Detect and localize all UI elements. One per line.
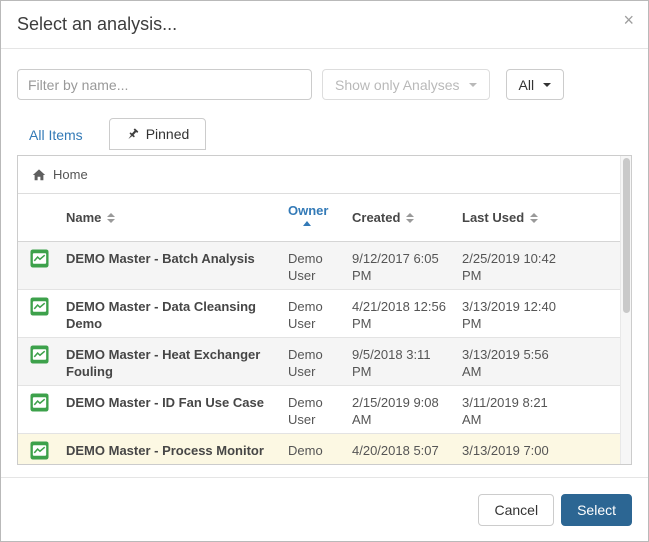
analysis-last-used: 3/13/2019 5:56 AM	[462, 338, 557, 385]
table-row[interactable]: DEMO Master - Process Monitor Demo 4/20/…	[18, 434, 620, 465]
analysis-last-used: 3/11/2019 8:21 AM	[462, 386, 557, 433]
analysis-icon	[30, 434, 66, 465]
analysis-icon	[30, 290, 66, 337]
filter-name-input[interactable]	[17, 69, 312, 100]
analysis-name: DEMO Master - ID Fan Use Case	[66, 386, 288, 433]
chevron-down-icon	[469, 83, 477, 87]
tab-pinned[interactable]: Pinned	[109, 118, 207, 150]
sort-icon	[530, 213, 538, 223]
modal-body: Show only Analyses All All Items	[1, 49, 648, 465]
column-header-last-used[interactable]: Last Used	[462, 210, 620, 225]
modal-title: Select an analysis...	[17, 14, 632, 35]
sort-ascending-icon	[303, 221, 311, 226]
analysis-name: DEMO Master - Batch Analysis	[66, 242, 288, 289]
close-icon[interactable]: ×	[623, 11, 634, 29]
tab-bar: All Items Pinned	[17, 118, 632, 150]
analysis-owner: Demo	[288, 434, 346, 465]
type-filter-label: Show only Analyses	[335, 77, 460, 93]
scope-filter-label: All	[519, 77, 535, 93]
analysis-last-used: 2/25/2019 10:42 PM	[462, 242, 557, 289]
tab-all-items-label: All Items	[29, 127, 83, 143]
table-body: DEMO Master - Batch Analysis Demo User 9…	[18, 242, 620, 465]
column-header-name[interactable]: Name	[66, 210, 288, 225]
panel-inner: Home Name Owner Created	[18, 156, 620, 465]
scope-filter-dropdown[interactable]: All	[506, 69, 565, 100]
breadcrumb[interactable]: Home	[18, 156, 620, 194]
analysis-owner: Demo User	[288, 338, 346, 385]
analysis-last-used: 3/13/2019 12:40 PM	[462, 290, 557, 337]
column-header-last-used-label: Last Used	[462, 210, 524, 225]
scrollbar[interactable]	[620, 156, 631, 464]
scrollbar-thumb[interactable]	[623, 158, 630, 313]
home-icon	[32, 168, 46, 182]
select-analysis-modal: Select an analysis... × Show only Analys…	[0, 0, 649, 542]
table-row[interactable]: DEMO Master - ID Fan Use Case Demo User …	[18, 386, 620, 434]
tab-all-items[interactable]: All Items	[17, 120, 95, 150]
analysis-owner: Demo User	[288, 242, 346, 289]
analysis-owner: Demo User	[288, 290, 346, 337]
analysis-icon	[30, 338, 66, 385]
analysis-icon	[30, 242, 66, 289]
analysis-created: 4/20/2018 5:07	[352, 434, 462, 465]
chevron-down-icon	[543, 83, 551, 87]
analysis-owner: Demo User	[288, 386, 346, 433]
table-row[interactable]: DEMO Master - Heat Exchanger Fouling Dem…	[18, 338, 620, 386]
pin-icon	[126, 128, 139, 141]
analysis-name: DEMO Master - Heat Exchanger Fouling	[66, 338, 288, 385]
cancel-button[interactable]: Cancel	[478, 494, 554, 526]
table-row[interactable]: DEMO Master - Batch Analysis Demo User 9…	[18, 242, 620, 290]
column-header-name-label: Name	[66, 210, 101, 225]
column-header-created[interactable]: Created	[352, 210, 462, 225]
table-row[interactable]: DEMO Master - Data Cleansing Demo Demo U…	[18, 290, 620, 338]
select-button[interactable]: Select	[561, 494, 632, 526]
type-filter-dropdown[interactable]: Show only Analyses	[322, 69, 490, 100]
analysis-icon	[30, 386, 66, 433]
modal-header: Select an analysis... ×	[1, 1, 648, 49]
analysis-created: 2/15/2019 9:08 AM	[352, 386, 462, 433]
table-header-row: Name Owner Created Last Used	[18, 194, 620, 242]
column-header-created-label: Created	[352, 210, 400, 225]
tab-pinned-label: Pinned	[146, 126, 190, 142]
analysis-name: DEMO Master - Data Cleansing Demo	[66, 290, 288, 337]
analysis-created: 4/21/2018 12:56 PM	[352, 290, 462, 337]
sort-icon	[107, 213, 115, 223]
filter-row: Show only Analyses All	[17, 69, 632, 100]
analysis-created: 9/5/2018 3:11 PM	[352, 338, 462, 385]
analysis-table-panel: Home Name Owner Created	[17, 155, 632, 465]
breadcrumb-home-label: Home	[53, 167, 88, 182]
sort-icon	[406, 213, 414, 223]
analysis-name: DEMO Master - Process Monitor	[66, 434, 288, 465]
analysis-created: 9/12/2017 6:05 PM	[352, 242, 462, 289]
analysis-last-used: 3/13/2019 7:00	[462, 434, 557, 465]
modal-footer: Cancel Select	[1, 477, 648, 541]
column-header-owner-label: Owner	[288, 203, 328, 218]
column-header-owner[interactable]: Owner	[288, 194, 352, 241]
